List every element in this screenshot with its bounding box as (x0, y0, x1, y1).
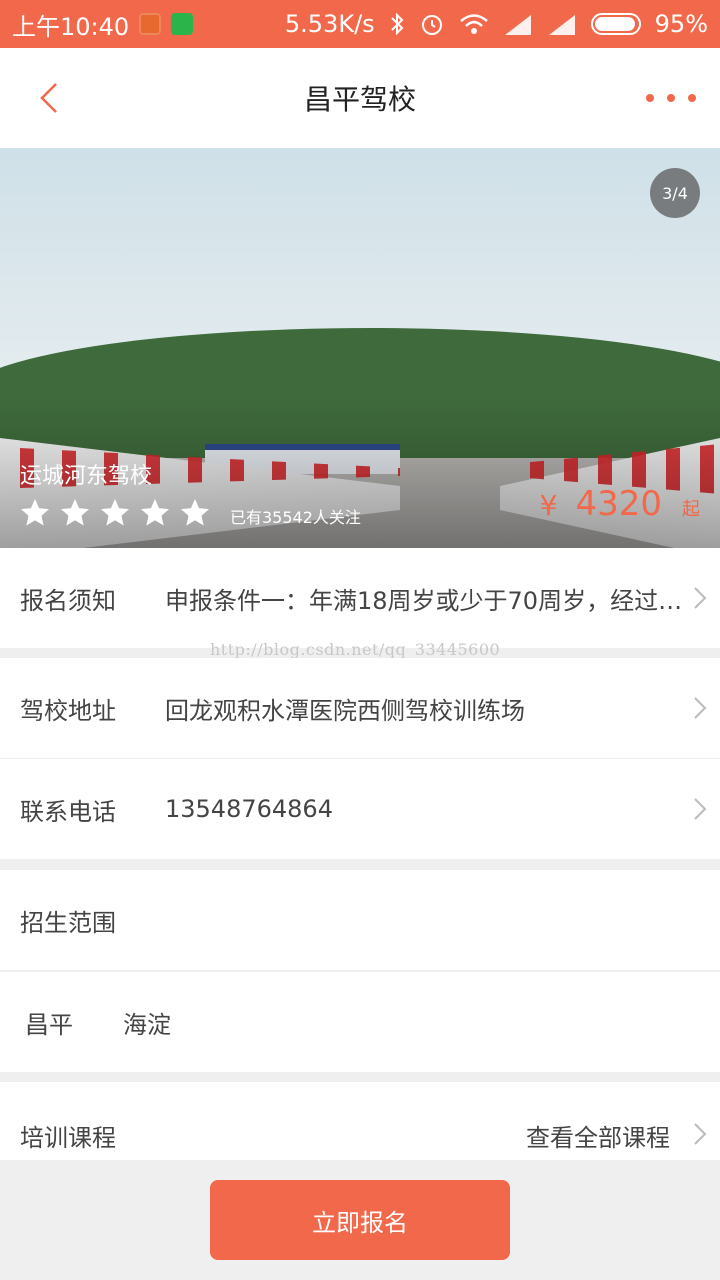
status-bar: 上午10:40 5.53K/s 95% (0, 0, 720, 48)
footer: 立即报名 (0, 1160, 720, 1280)
battery-icon (590, 13, 641, 35)
notice-label: 报名须知 (20, 586, 116, 615)
shield-app-icon (139, 13, 162, 35)
page-title: 昌平驾校 (303, 83, 416, 116)
bluetooth-icon (390, 12, 404, 36)
view-all-courses-link[interactable]: 查看全部课程 (526, 1118, 670, 1153)
battery-percent: 95% (654, 10, 708, 38)
price-unit: 起 (682, 499, 700, 520)
chevron-right-icon (694, 587, 707, 609)
chevron-right-icon (694, 1123, 707, 1145)
watermark: http://blog.csdn.net/qq_33445600 (210, 640, 501, 659)
rating-stars (20, 498, 210, 528)
banner-image[interactable]: 3/4 运城河东驾校 已有35542人关注 ¥ 4320 起 (0, 148, 720, 548)
phone-label: 联系电话 (20, 797, 116, 826)
follower-count: 已有35542人关注 (230, 508, 361, 527)
wifi-icon (459, 14, 488, 34)
banner-pager: 3/4 (650, 168, 700, 218)
chevron-right-icon (694, 798, 707, 820)
enroll-scope-label: 招生范围 (20, 908, 116, 937)
notice-value: 申报条件一：年满18周岁或少于70周岁，经过体检合格的 (165, 586, 720, 615)
area-item[interactable]: 昌平 (25, 1005, 73, 1040)
net-speed: 5.53K/s (284, 10, 375, 38)
chevron-right-icon (694, 697, 707, 719)
address-label: 驾校地址 (20, 696, 116, 725)
star-icon (20, 498, 50, 526)
battery-fill (594, 17, 635, 31)
nav-bar: 昌平驾校 (0, 48, 720, 148)
chevron-left-icon[interactable] (30, 78, 70, 118)
more-dots-icon[interactable] (646, 78, 696, 118)
price-currency: ¥ (539, 489, 558, 522)
star-icon (100, 498, 130, 526)
phone-value: 13548764864 (165, 795, 333, 823)
status-time: 上午10:40 (12, 12, 130, 41)
star-icon (180, 498, 210, 526)
wechat-icon (171, 13, 194, 35)
star-icon (60, 498, 90, 526)
enroll-now-button[interactable]: 立即报名 (210, 1180, 510, 1260)
course-label: 培训课程 (20, 1124, 116, 1152)
address-value: 回龙观积水潭医院西侧驾校训练场 (165, 696, 525, 725)
divider (0, 970, 720, 971)
price: ¥ 4320 起 (540, 484, 700, 524)
area-list: 昌平 海淀 (0, 972, 720, 1072)
signal-icon (548, 15, 575, 35)
enroll-scope-row: 招生范围 (0, 870, 720, 970)
star-icon (140, 498, 170, 526)
school-name: 运城河东驾校 (20, 464, 153, 489)
alarm-icon (421, 15, 442, 35)
address-row[interactable]: 驾校地址 回龙观积水潭医院西侧驾校训练场 (0, 658, 720, 758)
area-item[interactable]: 海淀 (123, 1005, 171, 1040)
price-value: 4320 (575, 484, 662, 524)
notice-row[interactable]: 报名须知 申报条件一：年满18周岁或少于70周岁，经过体检合格的 (0, 548, 720, 648)
phone-row[interactable]: 联系电话 13548764864 (0, 759, 720, 859)
signal-icon (504, 15, 531, 35)
